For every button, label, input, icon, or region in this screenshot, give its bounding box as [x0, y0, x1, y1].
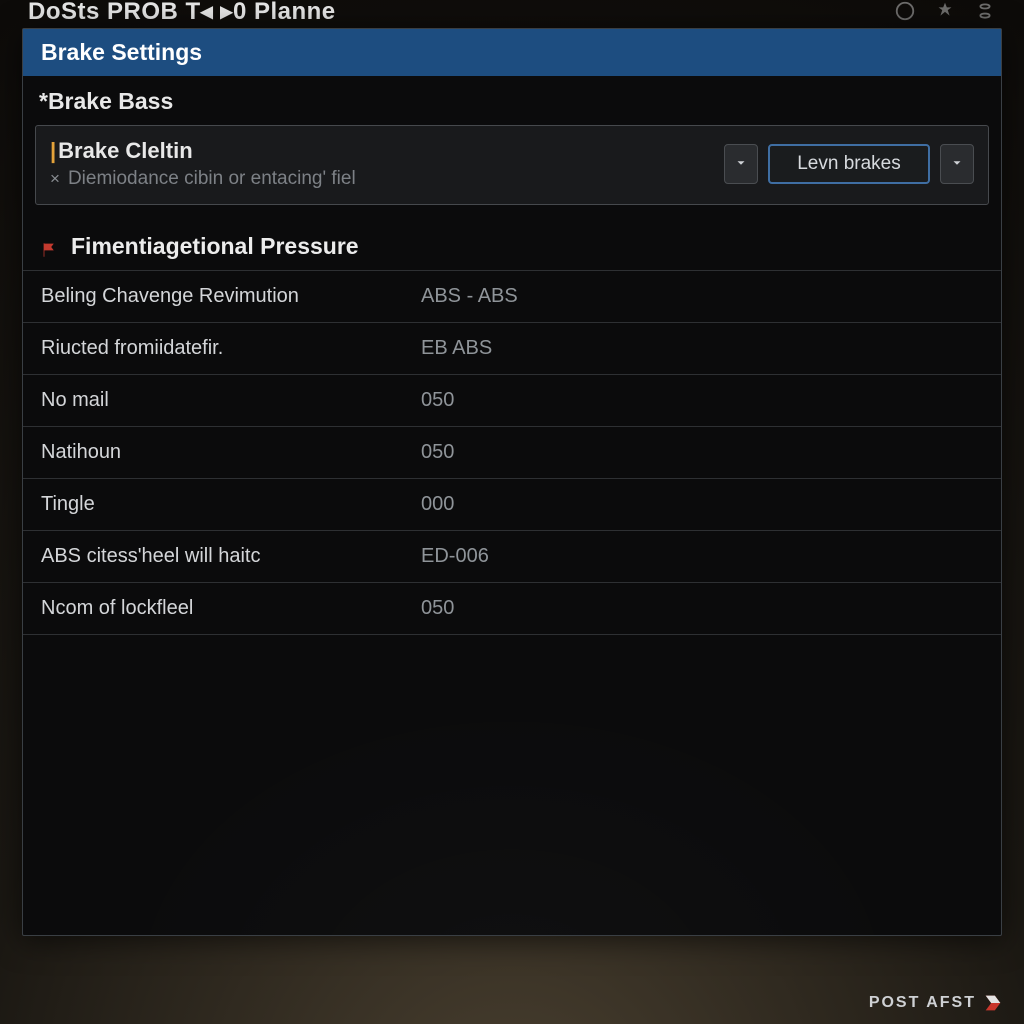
selector-title: |Brake Cleltin: [50, 138, 714, 164]
row-value: ABS - ABS: [421, 285, 518, 308]
table-row[interactable]: No mail 050: [23, 375, 1001, 427]
row-value: EB ABS: [421, 337, 492, 360]
chevron-down-icon: [734, 156, 748, 173]
section-header: Fimentiagetional Pressure: [23, 219, 1001, 271]
row-value: 050: [421, 441, 454, 464]
selector-value[interactable]: Levn brakes: [768, 144, 930, 184]
selector-description: × Diemiodance cibin or entacing' fiel: [50, 168, 714, 190]
table-row[interactable]: Ncom of lockfleel 050: [23, 583, 1001, 635]
row-value: 050: [421, 389, 454, 412]
brand-badge: POST AFST: [869, 992, 1004, 1014]
app-bar: DoSts PROB T◂ ▸0 Planne: [0, 0, 1024, 28]
row-label: Riucted fromiidatefir.: [41, 337, 421, 360]
selector-marker-icon: |: [50, 138, 58, 163]
table-row[interactable]: Riucted fromiidatefir. EB ABS: [23, 323, 1001, 375]
panel-title: Brake Settings: [41, 39, 202, 65]
section-title: Fimentiagetional Pressure: [71, 233, 359, 260]
panel-subheader: *Brake Bass: [23, 76, 1001, 125]
status-icon-2: [934, 0, 956, 22]
row-value: 050: [421, 597, 454, 620]
selector-prev-button[interactable]: [724, 144, 758, 184]
row-label: No mail: [41, 389, 421, 412]
selector-desc-text: Diemiodance cibin or entacing' fiel: [68, 168, 356, 190]
panel-empty-space: [23, 635, 1001, 935]
status-icon-1: [894, 0, 916, 22]
row-value: 000: [421, 493, 454, 516]
selector-next-button[interactable]: [940, 144, 974, 184]
table-row[interactable]: Beling Chavenge Revimution ABS - ABS: [23, 271, 1001, 323]
settings-rows: Beling Chavenge Revimution ABS - ABS Riu…: [23, 271, 1001, 635]
row-label: Beling Chavenge Revimution: [41, 285, 421, 308]
settings-panel: Brake Settings *Brake Bass |Brake Clelti…: [22, 28, 1002, 936]
panel-title-bar: Brake Settings: [23, 29, 1001, 76]
brand-text: POST AFST: [869, 994, 976, 1012]
row-label: Ncom of lockfleel: [41, 597, 421, 620]
table-row[interactable]: ABS citess'heel will haitc ED-006: [23, 531, 1001, 583]
flag-icon: [41, 238, 59, 256]
row-label: Natihoun: [41, 441, 421, 464]
brand-logo-icon: [982, 992, 1004, 1014]
row-value: ED-006: [421, 545, 489, 568]
close-icon: ×: [50, 169, 60, 189]
chevron-down-icon: [950, 156, 964, 173]
status-icon-3: [974, 0, 996, 22]
brake-mode-selector: |Brake Cleltin × Diemiodance cibin or en…: [35, 125, 989, 205]
subheader-text: *Brake Bass: [39, 88, 173, 114]
selector-title-text: Brake Cleltin: [58, 138, 193, 163]
row-label: Tingle: [41, 493, 421, 516]
table-row[interactable]: Natihoun 050: [23, 427, 1001, 479]
table-row[interactable]: Tingle 000: [23, 479, 1001, 531]
selector-value-text: Levn brakes: [797, 153, 901, 175]
app-title: DoSts PROB T◂ ▸0 Planne: [28, 0, 336, 26]
row-label: ABS citess'heel will haitc: [41, 545, 421, 568]
